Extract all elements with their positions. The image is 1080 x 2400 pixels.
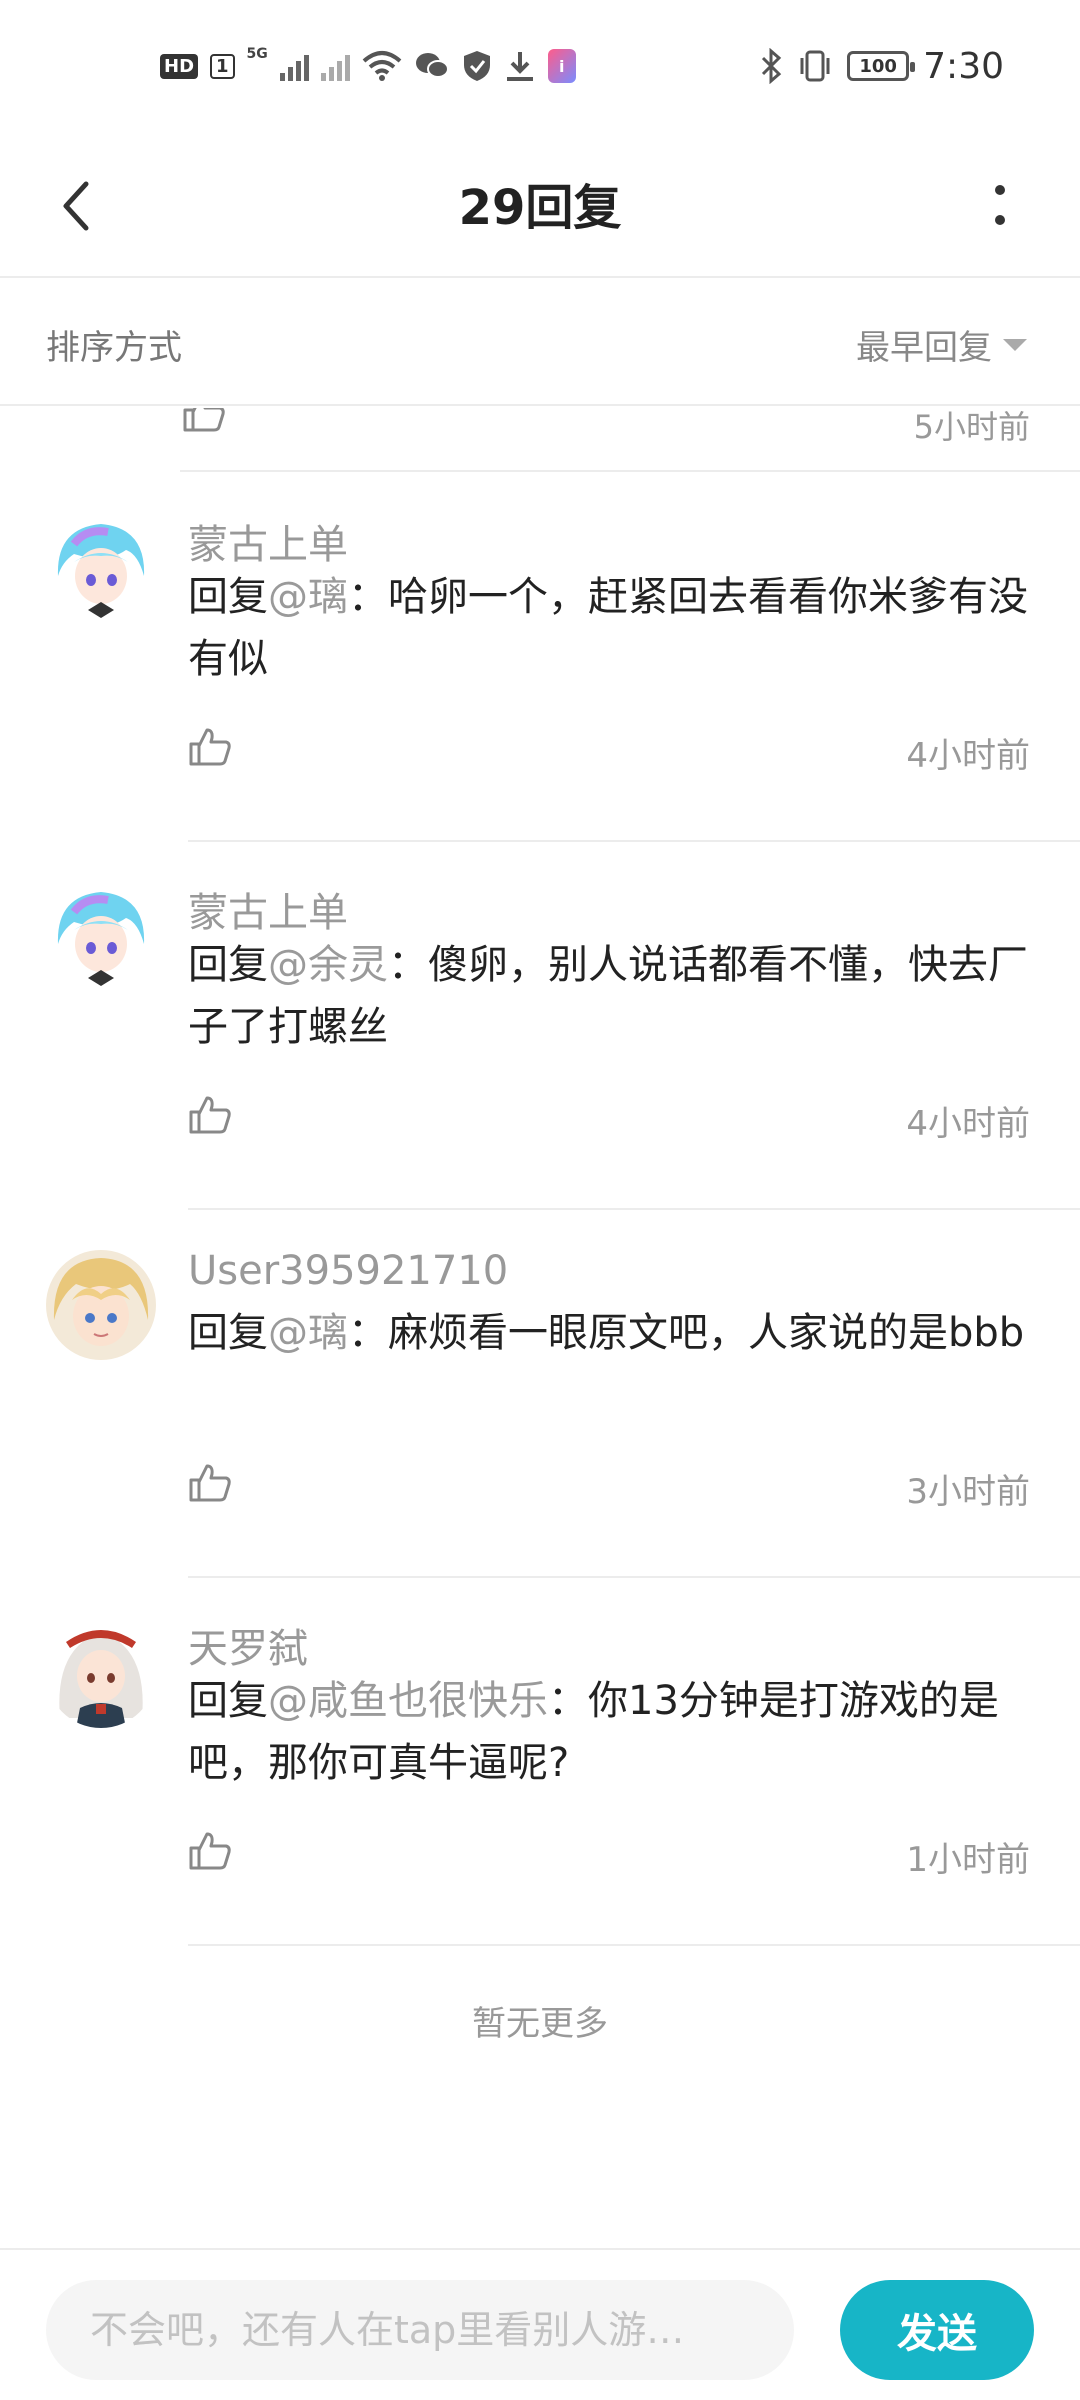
- signal-icon: [279, 51, 309, 81]
- thumbs-up-icon: [189, 1832, 231, 1870]
- reply-list[interactable]: 5小时前 蒙古上单 回复@璃：哈卵一个，赶紧回去看看你米爹有没有似 4小时前 蒙…: [0, 408, 1080, 2248]
- mention-link[interactable]: @咸鱼也很快乐: [268, 1678, 548, 1724]
- reply-time: 1小时前: [906, 1840, 1030, 1880]
- sort-label: 排序方式: [46, 328, 182, 368]
- reply-time: 3小时前: [906, 1472, 1030, 1512]
- wifi-icon: [362, 51, 402, 81]
- list-item: 蒙古上单 回复@璃：哈卵一个，赶紧回去看看你米爹有没有似 4小时前: [0, 474, 1080, 842]
- username[interactable]: 蒙古上单: [188, 512, 348, 570]
- username[interactable]: 蒙古上单: [188, 880, 348, 938]
- clock: 7:30: [923, 45, 1004, 87]
- mention-link[interactable]: @璃: [268, 1310, 348, 1356]
- status-bar: HD 1 5G i 100 7:30: [0, 0, 1080, 130]
- like-button[interactable]: [182, 408, 226, 436]
- list-item-partial: 5小时前: [180, 408, 1080, 472]
- reply-content: 回复@余灵：傻卵，别人说话都看不懂，快去厂子了打螺丝: [188, 934, 1030, 1058]
- sort-bar: 排序方式 最早回复: [0, 280, 1080, 406]
- reply-prefix: 回复: [188, 574, 268, 620]
- page-title: 29回复: [458, 180, 622, 236]
- signal-2-icon: [320, 51, 350, 81]
- reply-text: ：麻烦看一眼原文吧，人家说的是bbb: [348, 1310, 1025, 1356]
- mention-link[interactable]: @余灵: [268, 942, 388, 988]
- reply-prefix: 回复: [188, 1310, 268, 1356]
- reply-content: 回复@璃：麻烦看一眼原文吧，人家说的是bbb: [188, 1302, 1030, 1364]
- status-left-icons: HD 1 5G i: [160, 46, 576, 86]
- reply-body: User395921710 回复@璃：麻烦看一眼原文吧，人家说的是bbb 3小时…: [188, 1210, 1080, 1578]
- avatar[interactable]: [46, 514, 156, 624]
- list-item: User395921710 回复@璃：麻烦看一眼原文吧，人家说的是bbb 3小时…: [0, 1210, 1080, 1578]
- username[interactable]: 天罗弑: [188, 1616, 308, 1674]
- reply-time: 4小时前: [906, 736, 1030, 776]
- reply-input[interactable]: [46, 2280, 794, 2380]
- mention-link[interactable]: @璃: [268, 574, 348, 620]
- reply-prefix: 回复: [188, 942, 268, 988]
- app-badge-icon: i: [547, 49, 576, 83]
- thumbs-up-icon: [189, 1096, 231, 1134]
- reply-body: 天罗弑 回复@咸鱼也很快乐：你13分钟是打游戏的是吧，那你可真牛逼呢? 1小时前: [188, 1578, 1080, 1946]
- send-button[interactable]: 发送: [840, 2280, 1034, 2380]
- end-of-list-note: 暂无更多: [472, 2004, 608, 2044]
- compose-bar: 发送: [0, 2248, 1080, 2400]
- hd-icon: HD: [160, 53, 199, 79]
- list-item: 天罗弑 回复@咸鱼也很快乐：你13分钟是打游戏的是吧，那你可真牛逼呢? 1小时前: [0, 1578, 1080, 1946]
- header: 29回复: [0, 130, 1080, 278]
- reply-body: 蒙古上单 回复@璃：哈卵一个，赶紧回去看看你米爹有没有似 4小时前: [188, 474, 1080, 842]
- more-vertical-icon: [995, 185, 1005, 225]
- list-item: 蒙古上单 回复@余灵：傻卵，别人说话都看不懂，快去厂子了打螺丝 4小时前: [0, 842, 1080, 1210]
- shield-icon: [463, 51, 490, 81]
- caret-down-icon: [1003, 338, 1027, 351]
- reply-body: 蒙古上单 回复@余灵：傻卵，别人说话都看不懂，快去厂子了打螺丝 4小时前: [188, 842, 1080, 1210]
- thumbs-up-icon: [189, 728, 231, 766]
- reply-time: 4小时前: [906, 1104, 1030, 1144]
- download-icon: [506, 52, 533, 81]
- thumbs-up-icon: [183, 408, 225, 432]
- avatar[interactable]: [46, 1250, 156, 1360]
- like-button[interactable]: [180, 716, 240, 776]
- bluetooth-icon: [762, 48, 782, 84]
- like-button[interactable]: [180, 1820, 240, 1880]
- sort-selected-value: 最早回复: [856, 328, 992, 368]
- status-right-icons: 100 7:30: [759, 45, 1004, 87]
- sort-dropdown[interactable]: 最早回复: [856, 320, 1028, 369]
- thumbs-up-icon: [189, 1464, 231, 1502]
- avatar[interactable]: [46, 1618, 156, 1728]
- reply-prefix: 回复: [188, 1678, 268, 1724]
- reply-time: 5小时前: [913, 408, 1030, 446]
- username[interactable]: User395921710: [188, 1248, 508, 1294]
- like-button[interactable]: [180, 1084, 240, 1144]
- battery-icon: 100: [847, 51, 916, 81]
- reply-content: 回复@璃：哈卵一个，赶紧回去看看你米爹有没有似: [188, 566, 1030, 690]
- like-button[interactable]: [180, 1452, 240, 1512]
- avatar[interactable]: [46, 882, 156, 992]
- reply-content: 回复@咸鱼也很快乐：你13分钟是打游戏的是吧，那你可真牛逼呢?: [188, 1670, 1030, 1794]
- wechat-icon: [415, 53, 449, 78]
- sim-icon: 1: [210, 53, 235, 79]
- vibrate-icon: [800, 50, 830, 82]
- more-button[interactable]: [960, 166, 1040, 246]
- network-type-label: 5G: [246, 46, 268, 62]
